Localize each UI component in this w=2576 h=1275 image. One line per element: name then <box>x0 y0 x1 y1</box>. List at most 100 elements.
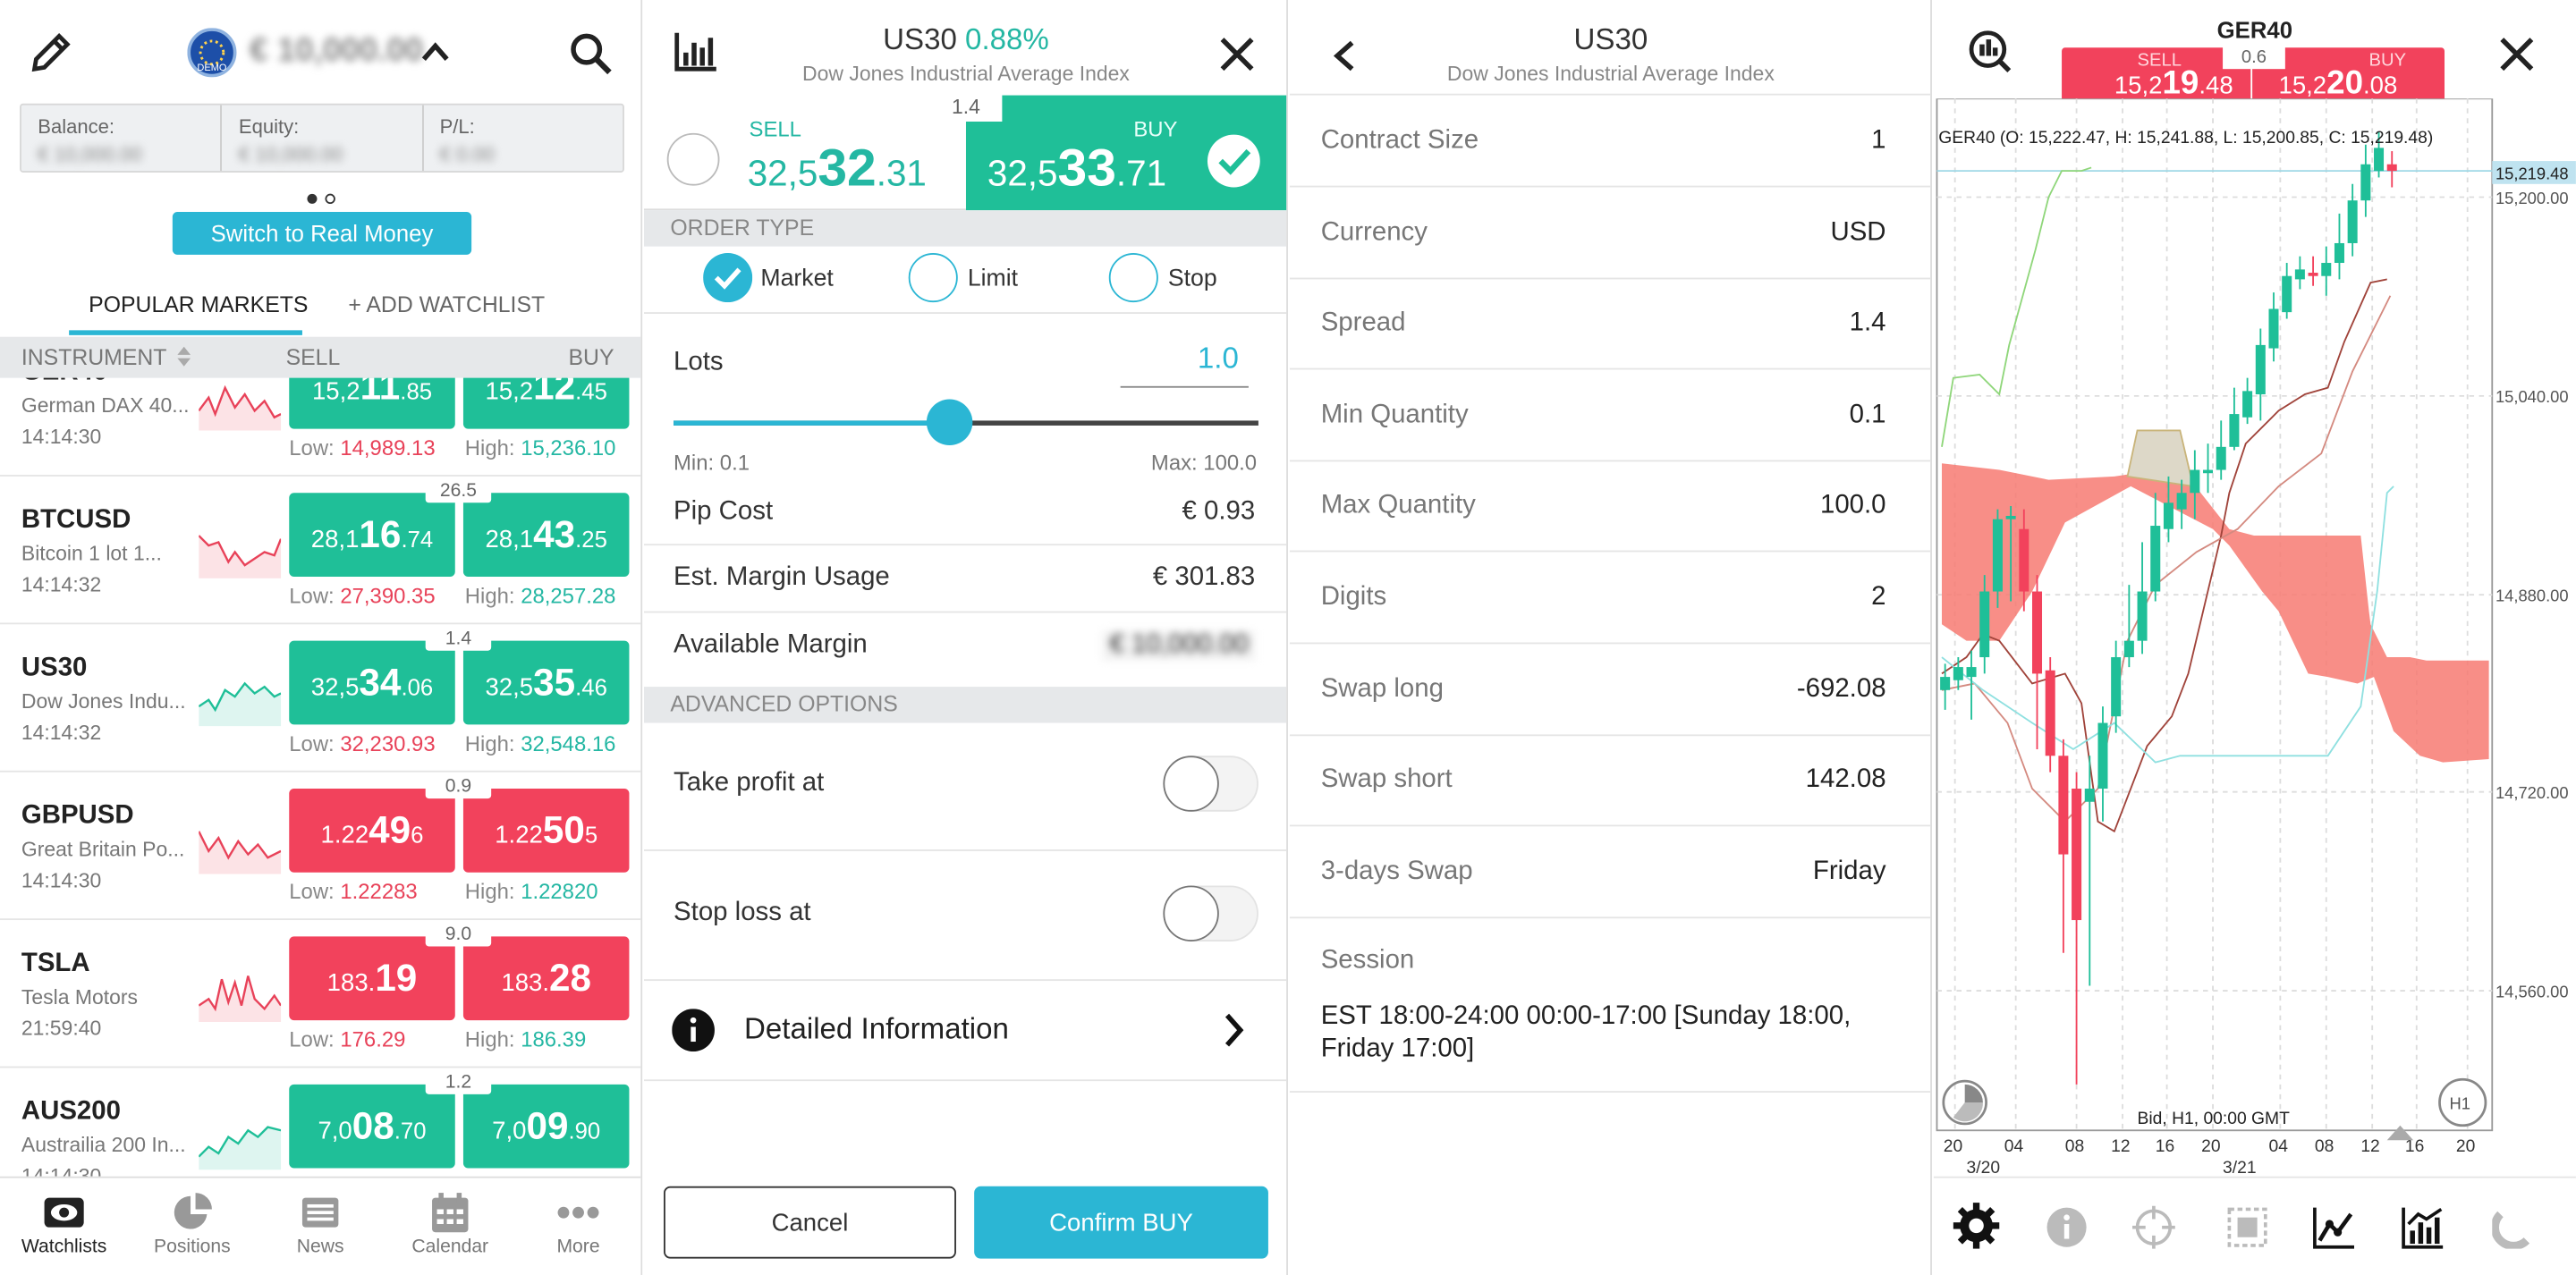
sell-price-button[interactable]: 32,534.06 <box>289 640 455 725</box>
instrument-description: Great Britain Po... <box>21 838 185 861</box>
detail-row: 3-days Swap Friday <box>1289 826 1931 918</box>
close-icon[interactable] <box>1219 36 1255 72</box>
market-check-icon <box>703 252 753 303</box>
sell-price-button[interactable]: 15,211.85 <box>289 377 455 429</box>
nav-watchlists[interactable]: Watchlists <box>0 1188 128 1257</box>
instrument-list[interactable]: GER40 German DAX 40... 14:14:30 15,211.8… <box>0 377 641 1177</box>
candle-body <box>2190 469 2200 494</box>
page-dots[interactable] <box>306 184 339 205</box>
sort-icon[interactable] <box>176 343 192 375</box>
candle-body <box>2374 148 2385 172</box>
candle-body <box>2282 275 2292 313</box>
detailed-information-row[interactable]: Detailed Information <box>644 981 1286 1079</box>
cancel-button[interactable]: Cancel <box>664 1186 956 1259</box>
instrument-row[interactable]: TSLA Tesla Motors 21:59:40 183.19 183.28… <box>0 920 641 1068</box>
buy-price-button[interactable]: 1.22505 <box>462 789 630 873</box>
nav-positions[interactable]: Positions <box>128 1188 256 1257</box>
sell-radio[interactable] <box>666 132 720 186</box>
sell-price-button[interactable]: 1.22496 <box>289 789 455 873</box>
edit-pencil-icon[interactable] <box>28 30 73 75</box>
search-icon[interactable] <box>568 31 614 77</box>
tab-add-watchlist[interactable]: + ADD WATCHLIST <box>348 292 545 317</box>
instrument-row[interactable]: AUS200 Austrailia 200 In... 14:14:30 7,0… <box>0 1068 640 1177</box>
high-number: 186.39 <box>521 1026 587 1052</box>
confirm-buy-button[interactable]: Confirm BUY <box>974 1186 1268 1259</box>
take-profit-toggle[interactable] <box>1163 756 1258 812</box>
nav-news[interactable]: News <box>257 1188 385 1257</box>
order-type-stop[interactable]: Stop <box>1108 252 1274 306</box>
order-symbol: US30 <box>883 22 957 56</box>
bottom-nav: Watchlists Positions News Calendar More <box>0 1176 641 1275</box>
nav-more[interactable]: More <box>514 1188 640 1257</box>
chart-panel: GER40 SELL 15,219.48 BUY 15,220.08 0.6 1… <box>1933 0 2576 1275</box>
lots-input[interactable]: 1.0 <box>1120 342 1249 388</box>
instrument-time: 14:14:30 <box>21 869 102 892</box>
order-type-market[interactable]: Market <box>703 252 900 306</box>
select-area-icon[interactable] <box>2226 1206 2269 1249</box>
candle-body <box>2203 469 2214 474</box>
instrument-column-header[interactable]: INSTRUMENT <box>21 345 167 370</box>
lots-slider-knob[interactable] <box>926 399 973 445</box>
high-label: High: <box>464 730 515 756</box>
sell-price-big: 32 <box>818 138 877 198</box>
tab-popular-markets[interactable]: POPULAR MARKETS <box>89 292 308 317</box>
sell-suffix: 6 <box>411 821 424 849</box>
drawing-tool-icon[interactable] <box>2311 1204 2357 1250</box>
indicators-icon[interactable] <box>2400 1204 2445 1250</box>
detail-key: Spread <box>1320 308 1406 338</box>
sell-price-button[interactable]: 183.19 <box>289 936 455 1021</box>
buy-price-button[interactable]: 32,535.46 <box>462 640 630 725</box>
instrument-row[interactable]: GER40 German DAX 40... 14:14:30 15,211.8… <box>0 377 641 477</box>
nav-calendar[interactable]: Calendar <box>386 1188 514 1257</box>
high-number: 28,257.28 <box>521 583 616 608</box>
candle-body <box>1979 591 1990 658</box>
timeframe-button[interactable]: H1 <box>2438 1077 2487 1127</box>
buy-price-button[interactable]: 7,009.90 <box>462 1084 630 1169</box>
order-type-limit[interactable]: Limit <box>908 252 1106 306</box>
limit-radio[interactable] <box>908 252 958 303</box>
pl-value: € 0.00 <box>439 142 495 166</box>
y-tick-label: 15,200.00 <box>2496 189 2569 207</box>
sell-option[interactable]: SELL 32,532.31 <box>643 95 966 211</box>
detail-value: 100.0 <box>1819 492 1886 520</box>
buy-price-button[interactable]: 183.28 <box>462 936 630 1021</box>
stop-loss-toggle[interactable] <box>1163 885 1258 941</box>
sell-prefix: 28,1 <box>310 526 360 554</box>
order-type-header: ORDER TYPE <box>643 210 1287 247</box>
x-tick-label: 04 <box>2268 1137 2288 1156</box>
buy-option[interactable]: BUY 32,533.71 <box>965 95 1287 211</box>
buy-price-button[interactable]: 28,143.25 <box>462 493 630 577</box>
stop-radio[interactable] <box>1108 252 1158 303</box>
lots-min: Min: 0.1 <box>674 450 750 476</box>
magnet-icon[interactable] <box>2492 1206 2535 1249</box>
buy-price-button[interactable]: 15,212.45 <box>462 377 630 429</box>
toggle-knob <box>1163 885 1219 941</box>
close-chart-icon[interactable] <box>2499 36 2535 72</box>
x-tick-label: 20 <box>2456 1137 2475 1156</box>
date-label: 3/20 <box>1967 1159 2001 1177</box>
candle-body <box>2242 391 2253 418</box>
sell-price-suffix: .31 <box>876 152 927 194</box>
nav-label: Positions <box>154 1237 231 1257</box>
info-tool-icon[interactable] <box>2046 1206 2089 1249</box>
crosshair-icon[interactable] <box>2131 1204 2176 1250</box>
chart-toolbar <box>1933 1176 2576 1275</box>
switch-to-real-money-button[interactable]: Switch to Real Money <box>172 212 472 255</box>
x-tick-label: 12 <box>2111 1137 2130 1156</box>
lots-slider-fill <box>674 420 950 426</box>
lots-slider-track[interactable] <box>674 399 1258 445</box>
low-value: Low: 1.22283 <box>289 879 417 904</box>
sell-price-button[interactable]: 7,008.70 <box>289 1084 455 1169</box>
balance-label: Balance: <box>38 114 115 139</box>
sell-price: 32,532.31 <box>748 138 927 198</box>
instrument-time: 14:14:30 <box>21 1165 101 1177</box>
candle-body <box>2334 242 2344 264</box>
settings-gear-icon[interactable] <box>1952 1201 2001 1250</box>
sell-big: 49 <box>369 808 411 851</box>
instrument-row[interactable]: US30 Dow Jones Indu... 14:14:32 32,534.0… <box>0 624 641 773</box>
instrument-row[interactable]: GBPUSD Great Britain Po... 14:14:30 1.22… <box>0 773 641 921</box>
instrument-row[interactable]: BTCUSD Bitcoin 1 lot 1... 14:14:32 28,11… <box>0 477 641 625</box>
chevron-up-icon[interactable] <box>419 36 452 69</box>
sell-price-button[interactable]: 28,116.74 <box>289 493 455 577</box>
candlestick-chart[interactable]: 15,200.00 15,040.00 14,880.00 14,720.00 14,5… <box>1934 98 2576 1177</box>
